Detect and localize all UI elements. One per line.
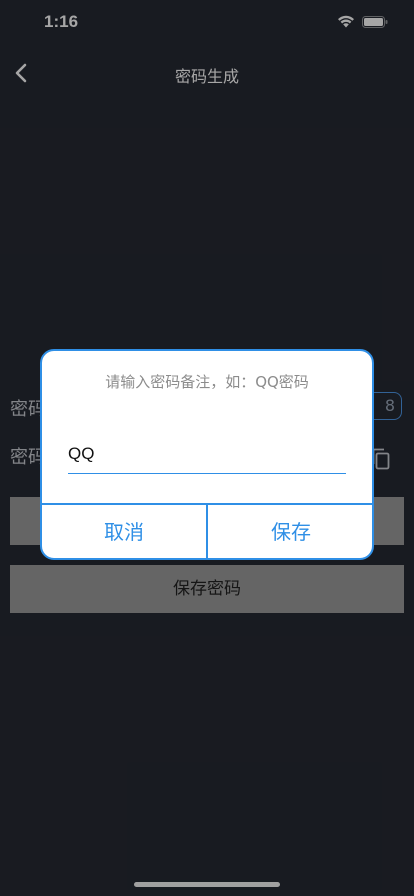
cancel-button[interactable]: 取消 — [42, 505, 206, 558]
save-button[interactable]: 保存 — [208, 505, 372, 558]
home-indicator — [134, 882, 280, 887]
dialog-hint: 请输入密码备注，如：QQ密码 — [105, 373, 309, 391]
note-dialog: 请输入密码备注，如：QQ密码 取消 保存 — [40, 349, 374, 560]
note-input[interactable] — [68, 435, 346, 474]
